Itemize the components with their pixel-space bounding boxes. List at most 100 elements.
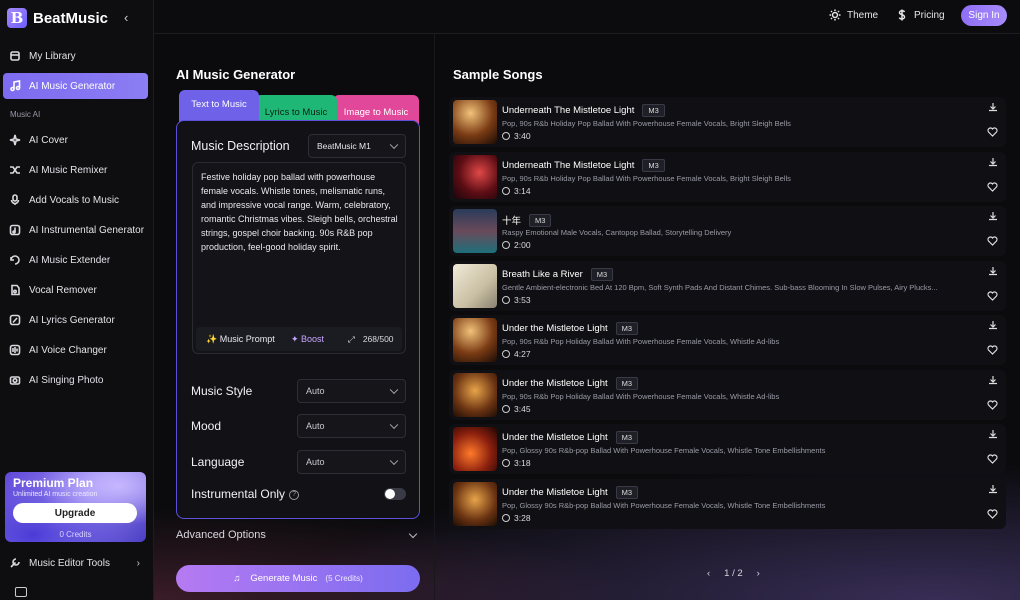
- sidebar-item-label: Add Vocals to Music: [29, 194, 120, 206]
- song-title[interactable]: Underneath The Mistletoe Light M3: [502, 158, 665, 172]
- song-duration: 3:28: [502, 513, 531, 523]
- song-thumbnail[interactable]: [453, 209, 497, 253]
- sidebar-item-vocal-remover[interactable]: Vocal Remover: [3, 277, 148, 303]
- download-icon[interactable]: [988, 429, 998, 439]
- advanced-options-toggle[interactable]: Advanced Options: [176, 529, 420, 541]
- heart-icon[interactable]: [987, 127, 998, 137]
- song-title-text: Underneath The Mistletoe Light: [502, 159, 635, 171]
- app-root: B BeatMusic ‹ My Library AI Music Genera…: [0, 0, 1020, 600]
- heart-icon[interactable]: [987, 454, 998, 464]
- song-title[interactable]: Under the Mistletoe Light M3: [502, 431, 639, 444]
- mood-select[interactable]: Auto: [297, 414, 406, 438]
- model-tag: M3: [615, 322, 639, 335]
- download-icon[interactable]: [988, 266, 998, 276]
- song-duration-value: 4:27: [514, 349, 531, 359]
- music-description-input[interactable]: Festive holiday pop ballad with powerhou…: [192, 162, 406, 354]
- collapse-sidebar-button[interactable]: ‹: [124, 10, 128, 25]
- song-title[interactable]: Under the Mistletoe Light M3: [502, 376, 639, 390]
- song-title[interactable]: Under the Mistletoe Light M3: [502, 322, 639, 335]
- download-icon[interactable]: [988, 211, 998, 221]
- song-title[interactable]: Underneath The Mistletoe Light M3: [502, 104, 665, 117]
- character-counter: ⤢ 268/500: [348, 334, 394, 345]
- song-title[interactable]: Under the Mistletoe Light M3: [502, 485, 639, 499]
- sidebar-item-ai-cover[interactable]: AI Cover: [3, 127, 148, 153]
- theme-toggle[interactable]: Theme: [829, 9, 878, 21]
- camera-icon: [9, 374, 21, 386]
- next-page-button[interactable]: ›: [757, 568, 760, 579]
- song-row[interactable]: Under the Mistletoe Light M3 Pop, Glossy…: [449, 424, 1006, 474]
- song-row[interactable]: 十年 M3 Raspy Emotional Male Vocals, Canto…: [449, 206, 1006, 256]
- song-thumbnail[interactable]: [453, 427, 497, 471]
- mic-icon: [9, 194, 21, 206]
- song-row[interactable]: Under the Mistletoe Light M3 Pop, Glossy…: [449, 478, 1006, 529]
- heart-icon[interactable]: [987, 181, 998, 192]
- heart-icon[interactable]: [987, 236, 998, 246]
- clock-icon: [502, 459, 510, 467]
- heart-icon[interactable]: [987, 508, 998, 519]
- prev-page-button[interactable]: ‹: [707, 568, 710, 579]
- sidebar-item-ai-music-remixer[interactable]: AI Music Remixer: [3, 157, 148, 183]
- sidebar-item-ai-music-extender[interactable]: AI Music Extender: [3, 247, 148, 273]
- sidebar-item-ai-instrumental[interactable]: AI Instrumental Generator: [3, 217, 148, 243]
- model-select[interactable]: BeatMusic M1: [308, 134, 406, 158]
- song-thumbnail[interactable]: [453, 154, 497, 199]
- tab-text-to-music[interactable]: Text to Music: [179, 90, 259, 122]
- download-icon[interactable]: [988, 102, 998, 112]
- sidebar-item-label: AI Lyrics Generator: [29, 314, 115, 326]
- sidebar-item-ai-singing-photo[interactable]: AI Singing Photo: [3, 367, 148, 393]
- sparkle-icon: [9, 134, 21, 146]
- pricing-link[interactable]: Pricing: [896, 9, 945, 21]
- language-select[interactable]: Auto: [297, 450, 406, 474]
- music-note-icon: [9, 80, 21, 92]
- download-icon[interactable]: [988, 375, 998, 385]
- sidebar-item-label: AI Music Generator: [29, 80, 116, 92]
- description-toolbar: ✨ Music Prompt ✦ Boost ⤢ 268/500: [196, 327, 402, 351]
- pen-icon: [9, 314, 21, 326]
- chevron-down-icon: [408, 529, 418, 539]
- song-row[interactable]: Under the Mistletoe Light M3 Pop, 90s R&…: [449, 315, 1006, 365]
- song-title[interactable]: 十年 M3: [502, 213, 552, 227]
- sidebar-item-ai-lyrics-generator[interactable]: AI Lyrics Generator: [3, 307, 148, 333]
- sign-in-button[interactable]: Sign In: [961, 5, 1007, 26]
- section-label-music-ai: Music AI: [10, 110, 41, 119]
- music-editor-tools-menu[interactable]: Music Editor Tools ›: [3, 551, 148, 575]
- download-icon[interactable]: [988, 320, 998, 330]
- sidebar-item-my-library[interactable]: My Library: [3, 43, 148, 69]
- heart-icon[interactable]: [987, 345, 998, 355]
- heart-icon[interactable]: [987, 290, 998, 301]
- sidebar-item-ai-music-generator[interactable]: AI Music Generator: [3, 73, 148, 99]
- download-icon[interactable]: [988, 484, 998, 494]
- music-description-text[interactable]: Festive holiday pop ballad with powerhou…: [201, 170, 401, 254]
- song-description: Pop, 90s R&b Pop Holiday Ballad With Pow…: [502, 337, 780, 346]
- help-icon[interactable]: ?: [289, 489, 300, 500]
- instrumental-only-toggle[interactable]: [384, 488, 406, 500]
- song-title[interactable]: Breath Like a River M3: [502, 267, 614, 281]
- sidebar-item-add-vocals[interactable]: Add Vocals to Music: [3, 187, 148, 213]
- music-prompt-button[interactable]: ✨ Music Prompt: [206, 334, 275, 345]
- song-thumbnail[interactable]: [453, 263, 497, 308]
- mail-icon[interactable]: [15, 587, 27, 597]
- boost-button[interactable]: ✦ Boost: [291, 334, 324, 345]
- panel-divider: [434, 34, 435, 600]
- music-style-select[interactable]: Auto: [297, 379, 406, 403]
- song-row[interactable]: Under the Mistletoe Light M3 Pop, 90s R&…: [449, 369, 1006, 420]
- song-thumbnail[interactable]: [453, 100, 497, 144]
- premium-plan-card: Premium Plan Unlimited AI music creation…: [5, 472, 146, 542]
- sidebar-item-label: Vocal Remover: [29, 284, 97, 296]
- song-thumbnail[interactable]: [453, 481, 497, 526]
- premium-title: Premium Plan: [13, 476, 94, 490]
- download-icon[interactable]: [988, 157, 998, 167]
- heart-icon[interactable]: [987, 399, 998, 410]
- generate-music-button[interactable]: ♫ Generate Music (5 Credits): [176, 565, 420, 592]
- song-thumbnail[interactable]: [453, 372, 497, 417]
- premium-subtitle: Unlimited AI music creation: [13, 491, 98, 498]
- song-row[interactable]: Underneath The Mistletoe Light M3 Pop, 9…: [449, 97, 1006, 147]
- expand-icon[interactable]: ⤢: [348, 334, 355, 344]
- song-row[interactable]: Underneath The Mistletoe Light M3 Pop, 9…: [449, 151, 1006, 202]
- brand[interactable]: B BeatMusic: [7, 8, 108, 28]
- sidebar-item-ai-voice-changer[interactable]: AI Voice Changer: [3, 337, 148, 363]
- song-row[interactable]: Breath Like a River M3 Gentle Ambient-el…: [449, 260, 1006, 311]
- upgrade-button[interactable]: Upgrade: [13, 503, 137, 523]
- language-value: Auto: [306, 457, 325, 467]
- song-thumbnail[interactable]: [453, 318, 497, 362]
